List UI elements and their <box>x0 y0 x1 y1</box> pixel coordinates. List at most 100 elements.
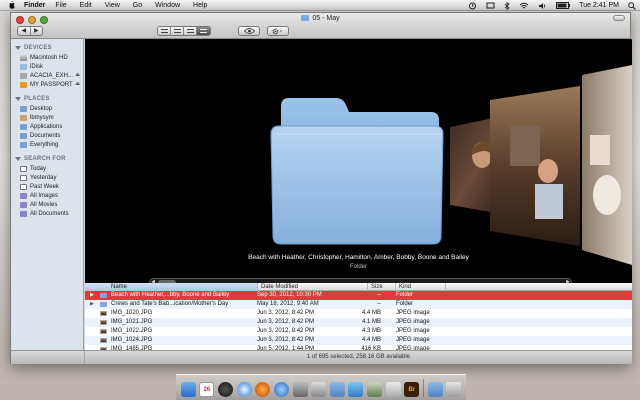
list-header: Name Date Modified Size Kind <box>85 283 632 291</box>
battery-icon[interactable] <box>556 2 571 9</box>
cell-date: Jun 3, 2012, 8:42 PM <box>257 328 315 334</box>
sidebar-item-label: ACACIA_EXH... <box>30 72 74 79</box>
photo-icon[interactable] <box>311 382 327 397</box>
sidebar-section-places[interactable]: PLACES <box>15 96 83 102</box>
table-row[interactable]: IMG_1022.JPG Jun 3, 2012, 8:42 PM 4.3 MB JP… <box>85 327 632 336</box>
action-menu-button[interactable] <box>267 26 289 36</box>
menu-clock[interactable]: Tue 2:41 PM <box>579 2 619 9</box>
volume-icon[interactable] <box>538 2 547 10</box>
display-icon[interactable] <box>486 2 495 10</box>
menu-go[interactable]: Go <box>133 2 142 9</box>
sidebar-item-everything[interactable]: Everything <box>11 140 83 149</box>
trash-icon[interactable] <box>446 382 462 397</box>
calendar-icon[interactable]: 26 <box>199 382 215 397</box>
sidebar-item-today[interactable]: Today <box>11 164 83 173</box>
forward-button[interactable]: ▶ <box>31 27 43 35</box>
table-row[interactable]: IMG_1020.JPG Jun 3, 2012, 8:42 PM 4.4 MB JP… <box>85 309 632 318</box>
sidebar-section-devices[interactable]: DEVICES <box>15 45 83 51</box>
folder-icon[interactable] <box>329 382 345 397</box>
sidebar-item-documents[interactable]: Documents <box>11 131 83 140</box>
dashboard-icon[interactable] <box>218 382 234 397</box>
column-header-name[interactable]: Name <box>85 283 257 291</box>
folder-icon <box>20 141 27 148</box>
eject-icon[interactable]: ⏏ <box>75 72 80 78</box>
cover-flow-photo[interactable] <box>582 65 632 265</box>
menu-edit[interactable]: Edit <box>80 2 92 9</box>
table-row[interactable]: ▶ Crews and Tate's Bab...ication/Mother's… <box>85 300 632 309</box>
itunes-icon[interactable] <box>273 382 289 397</box>
sidebar-item-all-documents[interactable]: All Documents <box>11 209 83 218</box>
apple-menu-icon[interactable] <box>8 1 16 9</box>
sidebar-item-yesterday[interactable]: Yesterday <box>11 173 83 182</box>
sidebar-item-acacia[interactable]: ACACIA_EXH... ⏏ <box>11 71 83 80</box>
disclosure-triangle-icon[interactable]: ▶ <box>90 300 94 309</box>
table-row[interactable]: IMG_1021.JPG Jun 3, 2012, 8:42 PM 4.1 MB JP… <box>85 318 632 327</box>
desktop-icon <box>20 105 27 112</box>
table-row[interactable]: ▶ Beach with Heather,...bby, Boone and Ba… <box>85 291 632 300</box>
jpeg-thumbnail-icon <box>100 329 107 334</box>
cover-flow-view[interactable]: Beach with Heather, Christopher, Hamilto… <box>85 39 632 293</box>
cell-size: 4.3 MB <box>361 328 381 334</box>
list-view-button[interactable] <box>171 27 184 35</box>
sidebar-item-label: Today <box>30 165 47 172</box>
sidebar-item-idisk[interactable]: iDisk <box>11 62 83 71</box>
sidebar-item-label: Macintosh HD <box>30 54 68 61</box>
quick-look-button[interactable] <box>238 26 260 36</box>
cell-kind: Folder <box>396 292 414 298</box>
safari-icon[interactable] <box>236 382 252 397</box>
bluetooth-icon[interactable] <box>504 1 510 10</box>
disclosure-triangle-icon[interactable]: ▶ <box>90 291 94 300</box>
sidebar-header-label: DEVICES <box>24 45 52 51</box>
sidebar-section-search[interactable]: SEARCH FOR <box>15 156 83 162</box>
disclosure-triangle-icon <box>15 46 21 50</box>
cell-date: Jun 3, 2012, 8:42 PM <box>257 319 315 325</box>
smart-folder-icon <box>20 201 27 208</box>
system-preferences-icon[interactable] <box>292 382 308 397</box>
sidebar-item-all-movies[interactable]: All Movies <box>11 200 83 209</box>
hard-disk-icon <box>20 54 27 61</box>
sidebar: DEVICES Macintosh HD iDisk ACACIA_EXH...… <box>11 39 84 350</box>
menu-view[interactable]: View <box>105 2 120 9</box>
menu-help[interactable]: Help <box>193 2 207 9</box>
sidebar-item-desktop[interactable]: Desktop <box>11 104 83 113</box>
column-header-size[interactable]: Size <box>367 283 395 291</box>
cell-date: May 18, 2012, 9:40 AM <box>257 301 319 307</box>
preview-icon[interactable] <box>385 382 401 397</box>
sidebar-item-my-passport[interactable]: MY PASSPORT ⏏ <box>11 80 83 89</box>
sidebar-item-macintosh-hd[interactable]: Macintosh HD <box>11 53 83 62</box>
column-view-button[interactable] <box>184 27 197 35</box>
wifi-icon[interactable] <box>519 2 529 10</box>
column-header-date[interactable]: Date Modified <box>257 283 367 291</box>
view-mode-buttons <box>157 26 211 36</box>
window-title-text: 05 - May <box>312 15 340 22</box>
toolbar-toggle-button[interactable] <box>613 15 625 21</box>
cover-flow-button[interactable] <box>197 27 210 35</box>
bridge-label: Br <box>408 386 416 393</box>
menu-file[interactable]: File <box>55 2 66 9</box>
cell-size: -- <box>377 301 381 307</box>
eye-icon <box>243 28 255 34</box>
sidebar-item-all-images[interactable]: All Images <box>11 191 83 200</box>
folder-icon[interactable] <box>427 382 443 397</box>
spotlight-icon[interactable] <box>628 1 636 10</box>
sidebar-item-applications[interactable]: Applications <box>11 122 83 131</box>
menu-finder[interactable]: Finder <box>24 2 45 9</box>
iphoto-icon[interactable] <box>367 382 383 397</box>
mail-icon[interactable] <box>348 382 364 397</box>
column-header-kind[interactable]: Kind <box>395 283 445 291</box>
sidebar-item-past-week[interactable]: Past Week <box>11 182 83 191</box>
folder-icon[interactable] <box>261 96 451 246</box>
icon-view-button[interactable] <box>158 27 171 35</box>
cell-date: Jun 3, 2012, 8:42 PM <box>257 337 315 343</box>
table-row[interactable]: IMG_1024.JPG Jun 3, 2012, 8:42 PM 4.4 MB JP… <box>85 336 632 345</box>
sidebar-item-home[interactable]: lbmysym <box>11 113 83 122</box>
bridge-icon[interactable]: Br <box>404 382 420 397</box>
back-button[interactable]: ◀ <box>18 27 31 35</box>
jpeg-thumbnail-icon <box>100 320 107 325</box>
finder-icon[interactable] <box>180 382 196 397</box>
eject-icon[interactable]: ⏏ <box>75 81 80 87</box>
menu-window[interactable]: Window <box>155 2 180 9</box>
cover-flow-photo[interactable] <box>490 86 580 246</box>
time-machine-icon[interactable] <box>468 2 477 10</box>
firefox-icon[interactable] <box>255 382 271 397</box>
